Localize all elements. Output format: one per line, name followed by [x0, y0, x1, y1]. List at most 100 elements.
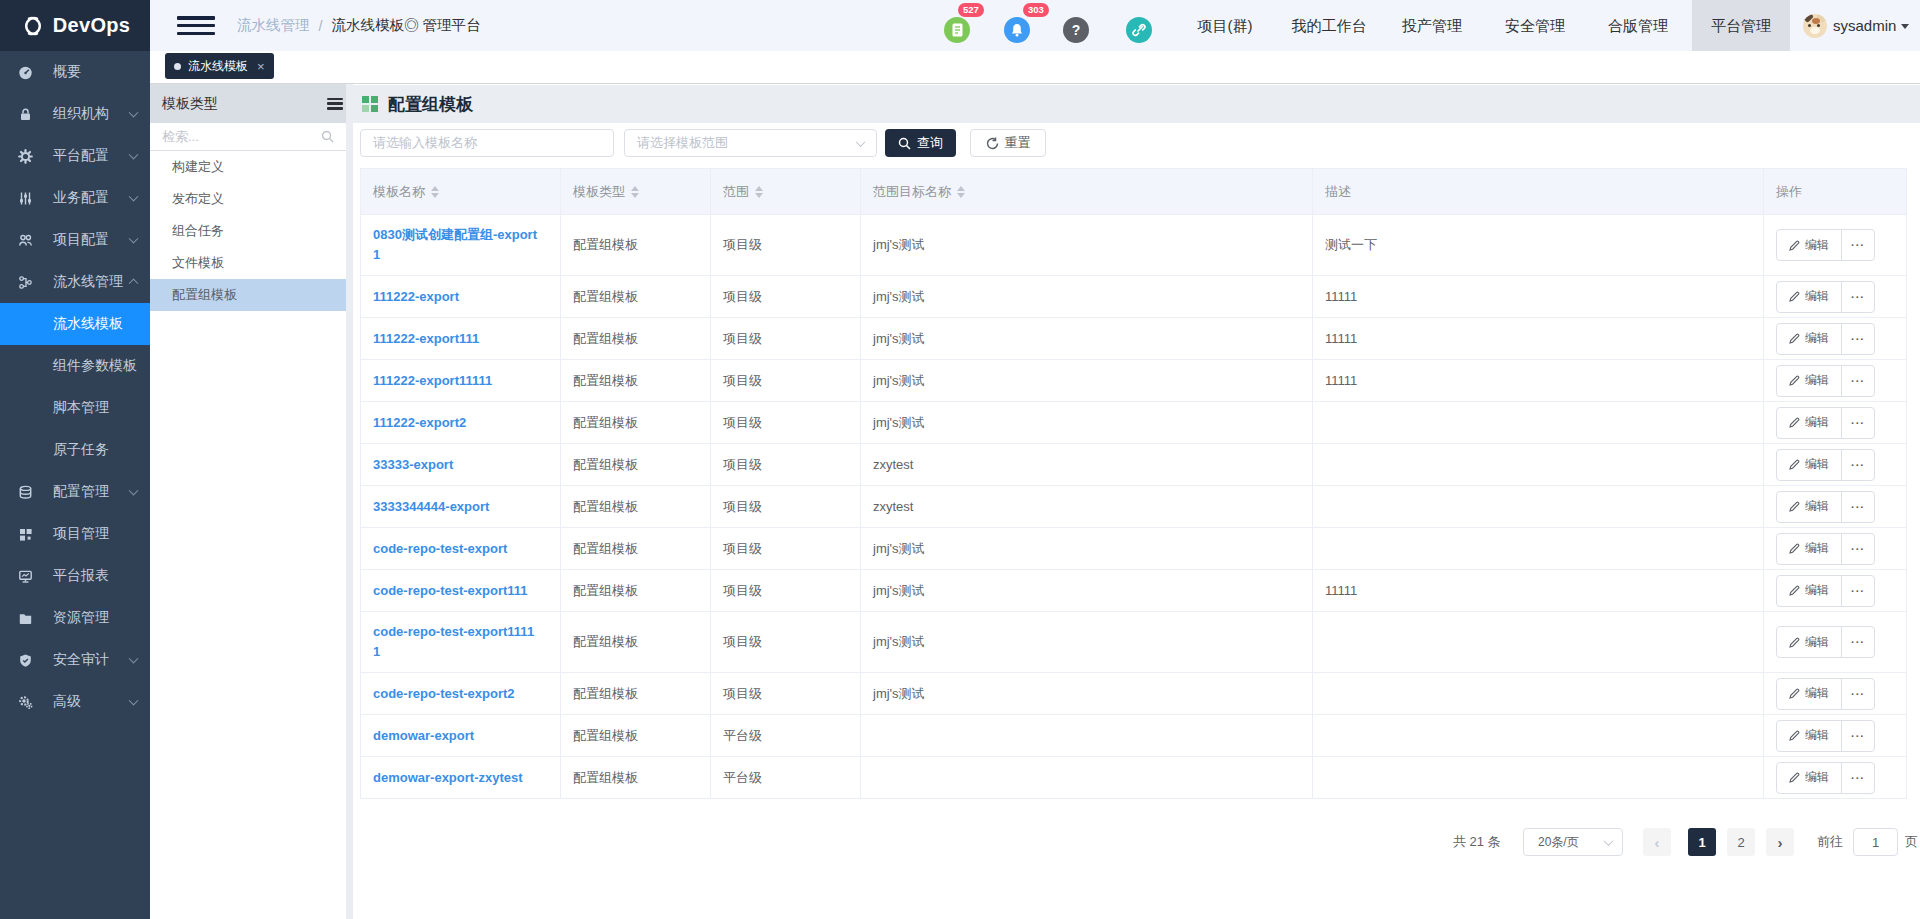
- nav-platform-mgmt[interactable]: 平台管理: [1692, 0, 1790, 51]
- nav-security-mgmt[interactable]: 安全管理: [1505, 0, 1565, 51]
- sidebar-collapse-icon[interactable]: [177, 16, 215, 35]
- more-actions-button[interactable]: ···: [1841, 679, 1874, 709]
- more-actions-button[interactable]: ···: [1841, 576, 1874, 606]
- edit-button[interactable]: 编辑: [1777, 627, 1841, 657]
- nav-project-group[interactable]: 项目(群): [1185, 0, 1265, 51]
- template-link[interactable]: 111222-export111: [373, 331, 479, 346]
- prev-page-button[interactable]: ‹: [1643, 828, 1671, 856]
- edit-button[interactable]: 编辑: [1777, 450, 1841, 480]
- reset-button[interactable]: 重置: [970, 129, 1046, 157]
- sidebar-item-10[interactable]: 配置管理: [0, 471, 150, 513]
- sidebar-item-13[interactable]: 资源管理: [0, 597, 150, 639]
- template-name-input[interactable]: 请选输入模板名称: [360, 129, 614, 157]
- sort-icon[interactable]: [431, 186, 439, 198]
- sidebar-item-12[interactable]: 平台报表: [0, 555, 150, 597]
- sidebar-item-6[interactable]: 流水线模板: [0, 303, 150, 345]
- sidebar-item-9[interactable]: 原子任务: [0, 429, 150, 471]
- link-icon[interactable]: [1126, 17, 1152, 43]
- next-page-button[interactable]: ›: [1766, 828, 1794, 856]
- col-header-1[interactable]: 模板类型: [561, 169, 711, 215]
- tab-close-icon[interactable]: ×: [257, 59, 265, 74]
- panel-item-0[interactable]: 构建定义: [150, 151, 346, 183]
- goto-page-input[interactable]: 1: [1853, 828, 1898, 856]
- more-actions-button[interactable]: ···: [1841, 534, 1874, 564]
- breadcrumb-section[interactable]: 流水线管理: [237, 16, 310, 35]
- sidebar-item-2[interactable]: 平台配置: [0, 135, 150, 177]
- more-actions-button[interactable]: ···: [1841, 230, 1874, 260]
- template-link[interactable]: code-repo-test-export2: [373, 686, 515, 701]
- nav-merge-mgmt[interactable]: 合版管理: [1608, 0, 1668, 51]
- template-link[interactable]: 111222-export11111: [373, 373, 492, 388]
- more-actions-button[interactable]: ···: [1841, 721, 1874, 751]
- template-link[interactable]: 3333344444-export: [373, 499, 489, 514]
- notification-bell-icon[interactable]: [1004, 17, 1030, 43]
- col-header-0[interactable]: 模板名称: [361, 169, 561, 215]
- nav-my-workspace[interactable]: 我的工作台: [1289, 0, 1369, 51]
- template-link[interactable]: code-repo-test-export: [373, 541, 507, 556]
- panel-item-4[interactable]: 配置组模板: [150, 279, 346, 311]
- edit-button[interactable]: 编辑: [1777, 230, 1841, 260]
- sidebar-item-14[interactable]: 安全审计: [0, 639, 150, 681]
- edit-button[interactable]: 编辑: [1777, 679, 1841, 709]
- panel-search-input[interactable]: 检索...: [150, 123, 346, 151]
- panel-menu-icon[interactable]: [327, 98, 343, 110]
- edit-button[interactable]: 编辑: [1777, 534, 1841, 564]
- pencil-icon: [1789, 459, 1800, 470]
- panel-item-3[interactable]: 文件模板: [150, 247, 346, 279]
- template-scope-select[interactable]: 请选择模板范围: [624, 129, 877, 157]
- edit-button[interactable]: 编辑: [1777, 576, 1841, 606]
- sort-icon[interactable]: [631, 186, 639, 198]
- document-icon[interactable]: [944, 17, 970, 43]
- sidebar-item-1[interactable]: 组织机构: [0, 93, 150, 135]
- more-actions-button[interactable]: ···: [1841, 366, 1874, 396]
- page-1-button[interactable]: 1: [1688, 828, 1716, 856]
- more-actions-button[interactable]: ···: [1841, 627, 1874, 657]
- page-size-select[interactable]: 20条/页: [1523, 828, 1623, 856]
- page-2-button[interactable]: 2: [1727, 828, 1755, 856]
- template-link[interactable]: code-repo-test-export111: [373, 583, 528, 598]
- more-actions-button[interactable]: ···: [1841, 492, 1874, 522]
- tab-pipeline-template[interactable]: 流水线模板 ×: [165, 53, 274, 79]
- sidebar-item-0[interactable]: 概要: [0, 51, 150, 93]
- panel-item-1[interactable]: 发布定义: [150, 183, 346, 215]
- user-menu-caret-icon[interactable]: [1901, 24, 1909, 29]
- nav-production-mgmt[interactable]: 投产管理: [1402, 0, 1462, 51]
- edit-button[interactable]: 编辑: [1777, 408, 1841, 438]
- sidebar-item-3[interactable]: 业务配置: [0, 177, 150, 219]
- edit-button[interactable]: 编辑: [1777, 492, 1841, 522]
- user-avatar[interactable]: [1803, 14, 1827, 38]
- edit-button[interactable]: 编辑: [1777, 366, 1841, 396]
- sort-icon[interactable]: [755, 186, 763, 198]
- more-actions-button[interactable]: ···: [1841, 763, 1874, 793]
- edit-button[interactable]: 编辑: [1777, 763, 1841, 793]
- edit-button[interactable]: 编辑: [1777, 721, 1841, 751]
- panel-item-2[interactable]: 组合任务: [150, 215, 346, 247]
- sort-icon[interactable]: [957, 186, 965, 198]
- search-button[interactable]: 查询: [885, 129, 956, 157]
- template-link[interactable]: 0830测试创建配置组-export1: [373, 225, 538, 265]
- template-link[interactable]: demowar-export: [373, 728, 474, 743]
- sidebar-item-5[interactable]: 流水线管理: [0, 261, 150, 303]
- template-link[interactable]: 111222-export2: [373, 415, 466, 430]
- pencil-icon: [1789, 417, 1800, 428]
- more-actions-button[interactable]: ···: [1841, 408, 1874, 438]
- user-name[interactable]: sysadmin: [1833, 0, 1896, 51]
- sidebar-item-8[interactable]: 脚本管理: [0, 387, 150, 429]
- template-link[interactable]: demowar-export-zxytest: [373, 770, 523, 785]
- col-header-3[interactable]: 范围目标名称: [861, 169, 1313, 215]
- template-link[interactable]: code-repo-test-export11111: [373, 622, 535, 662]
- help-icon[interactable]: ?: [1063, 17, 1089, 43]
- edit-button[interactable]: 编辑: [1777, 324, 1841, 354]
- more-actions-button[interactable]: ···: [1841, 282, 1874, 312]
- col-header-2[interactable]: 范围: [711, 169, 861, 215]
- page-title: 配置组模板: [388, 93, 473, 116]
- template-link[interactable]: 111222-export: [373, 289, 459, 304]
- template-link[interactable]: 33333-export: [373, 457, 453, 472]
- more-actions-button[interactable]: ···: [1841, 450, 1874, 480]
- sidebar-item-4[interactable]: 项目配置: [0, 219, 150, 261]
- more-actions-button[interactable]: ···: [1841, 324, 1874, 354]
- sidebar-item-11[interactable]: 项目管理: [0, 513, 150, 555]
- sidebar-item-7[interactable]: 组件参数模板: [0, 345, 150, 387]
- sidebar-item-15[interactable]: 高级: [0, 681, 150, 723]
- edit-button[interactable]: 编辑: [1777, 282, 1841, 312]
